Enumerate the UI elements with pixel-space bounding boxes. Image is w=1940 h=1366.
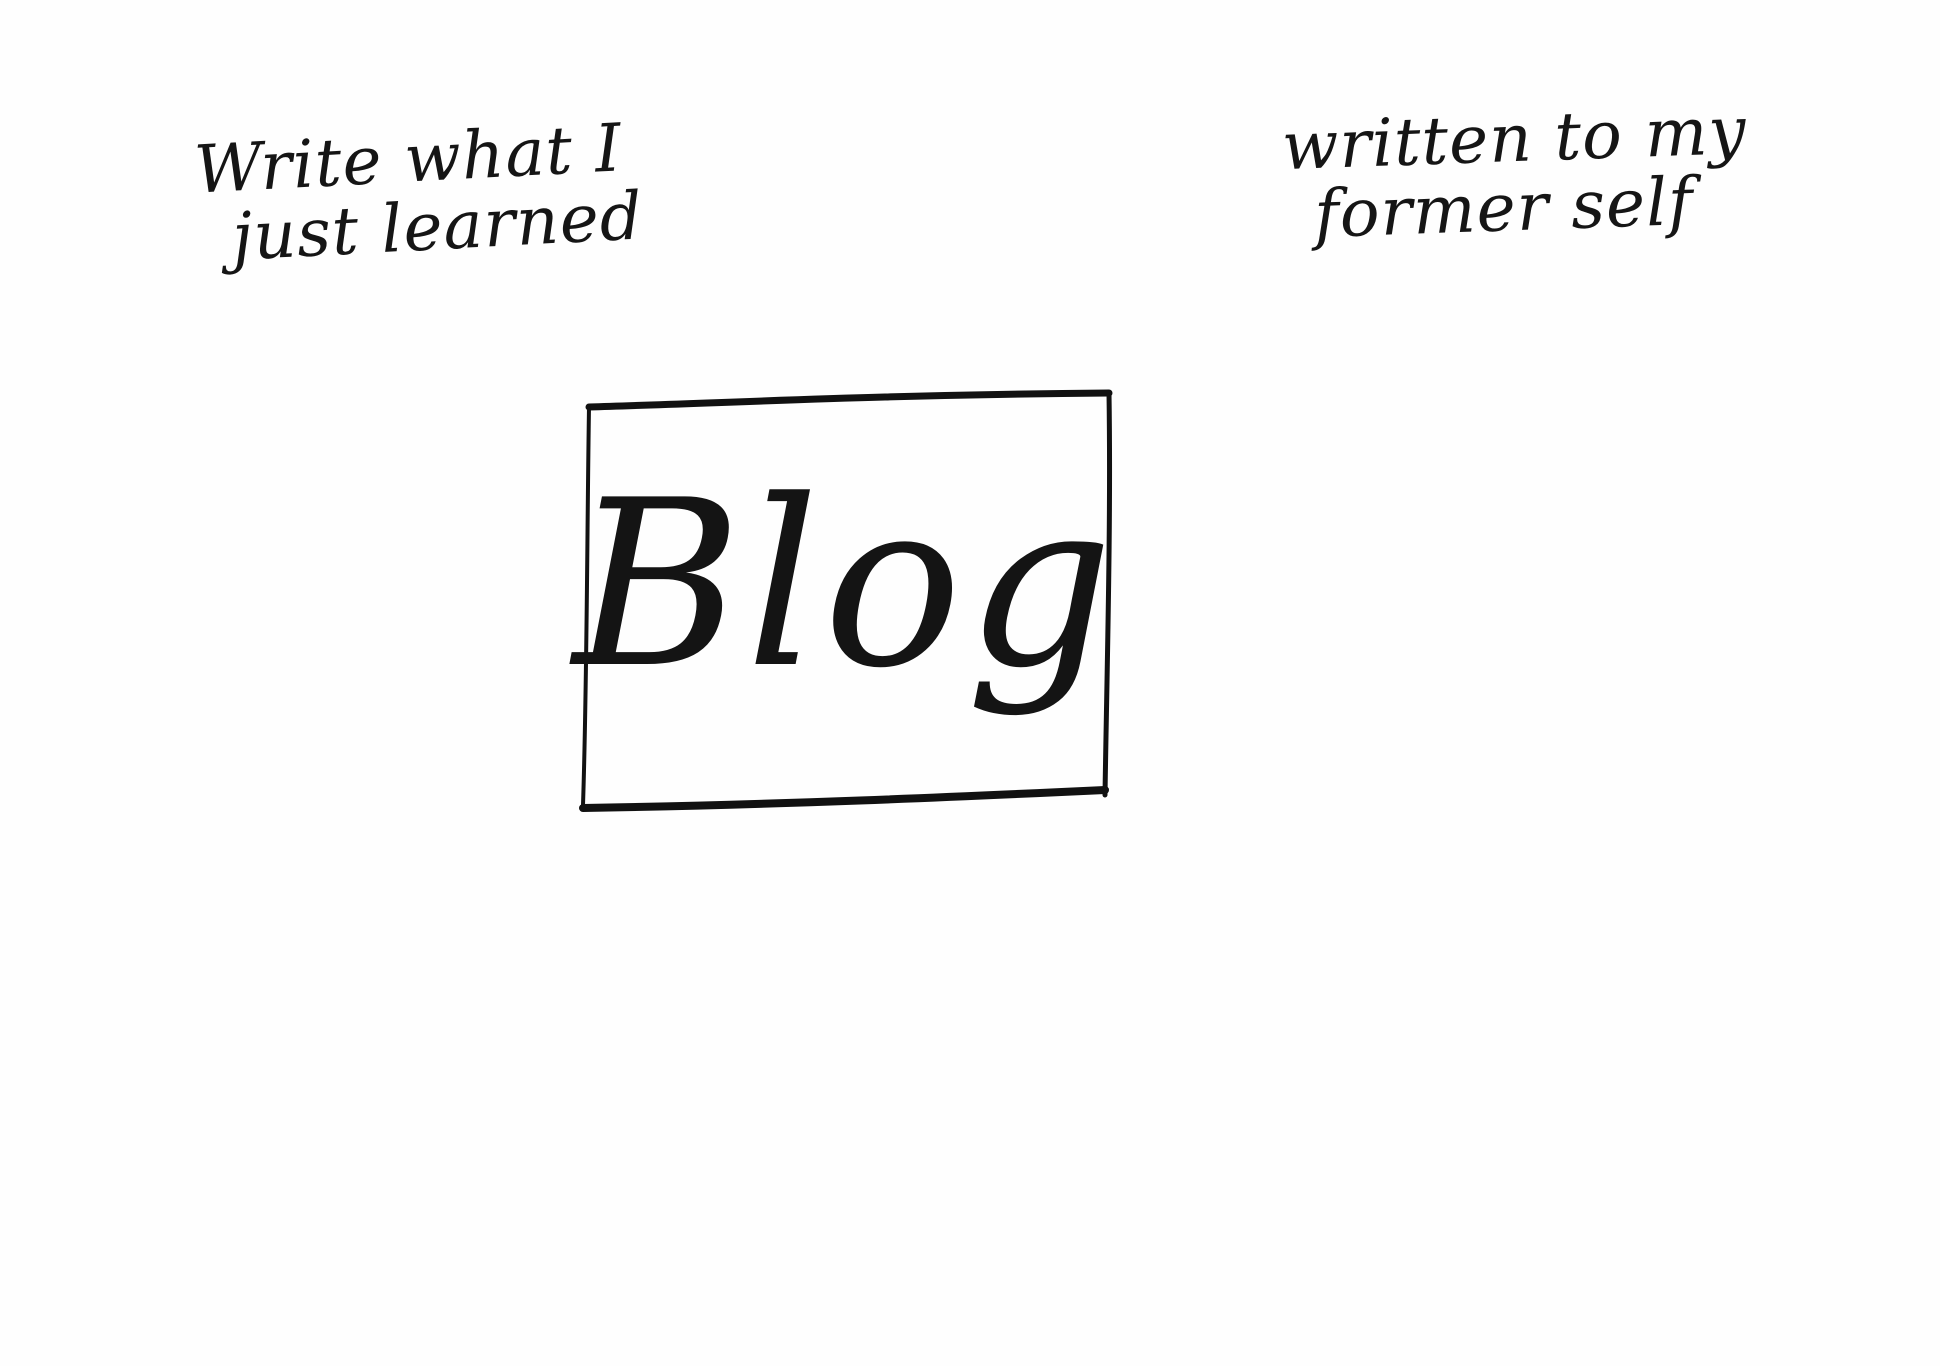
note-written-to-my-former-self: written to my former self: [1281, 92, 1750, 254]
blog-box: Blog: [572, 385, 1118, 815]
whiteboard-sketch: Write what I just learned written to my …: [0, 0, 1940, 1366]
note-left-line-2: just learned: [230, 177, 645, 277]
blog-title: Blog: [572, 451, 1118, 719]
note-right-line-2: former self: [1312, 163, 1695, 254]
note-write-what-i-just-learned: Write what I just learned: [192, 109, 645, 277]
